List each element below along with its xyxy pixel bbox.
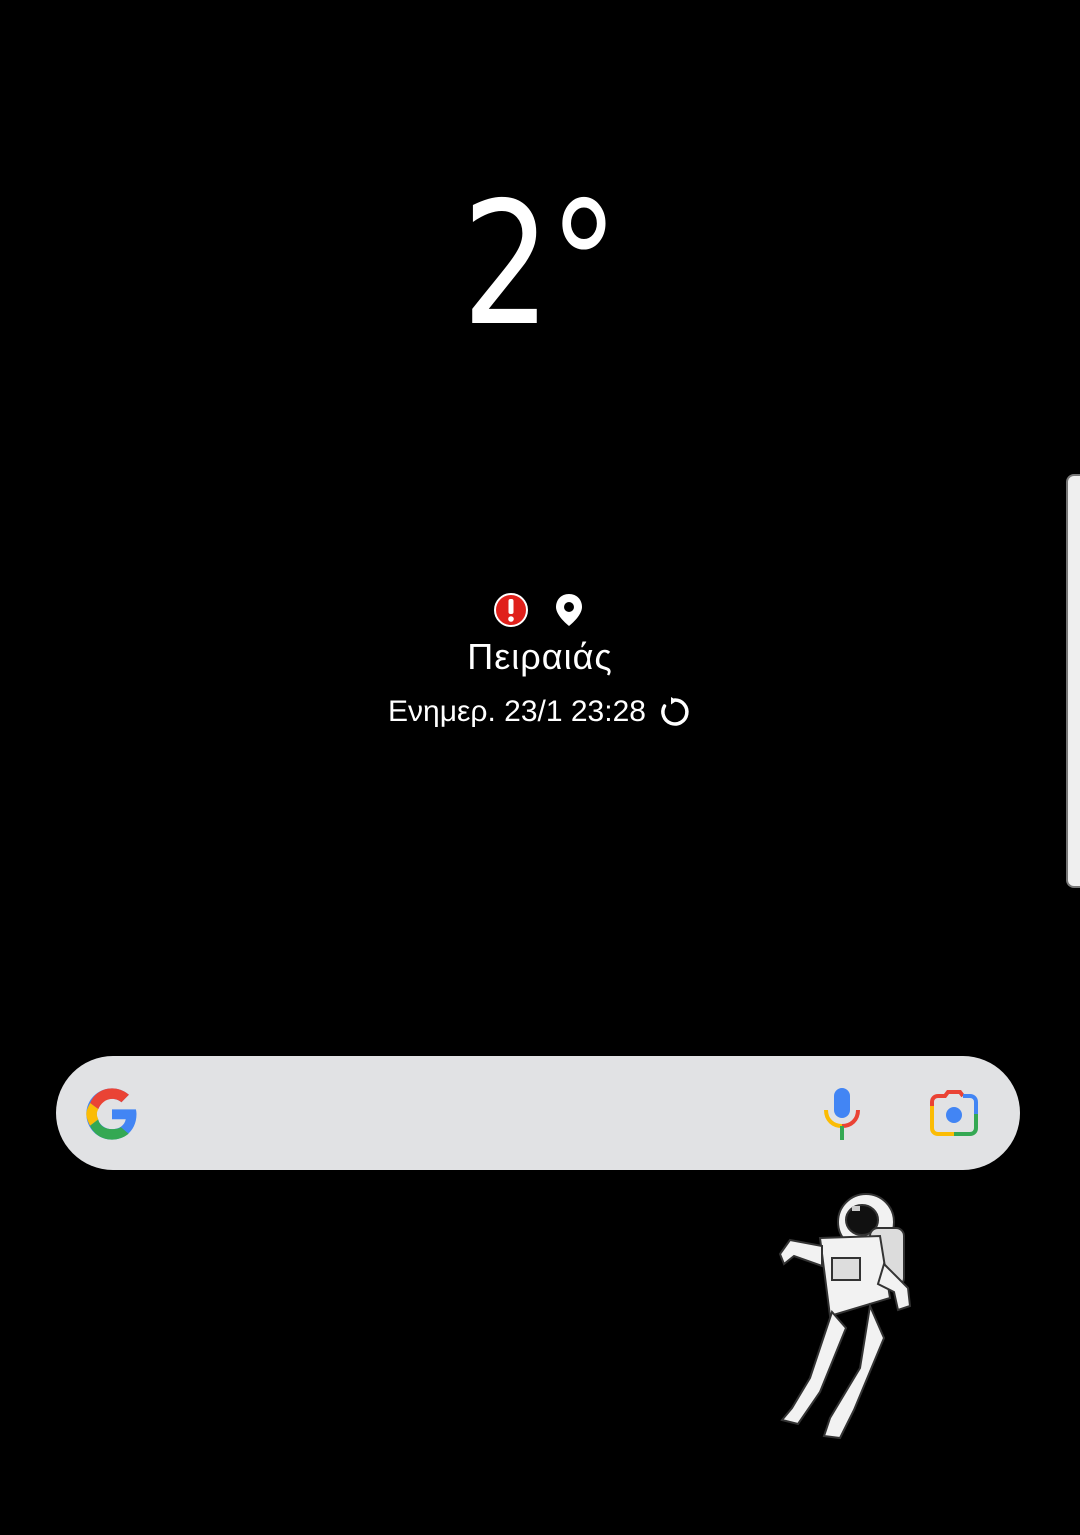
alert-icon[interactable] [493, 592, 529, 628]
google-g-icon [86, 1088, 137, 1140]
lens-camera-icon[interactable] [928, 1090, 980, 1138]
update-time: Ενημερ. 23/1 23:28 [388, 695, 646, 728]
weather-status-icons [0, 590, 1080, 630]
edge-panel-handle[interactable] [1066, 474, 1080, 888]
location-name: Πειραιάς [467, 636, 613, 677]
update-info: Ενημερ. 23/1 23:28 [0, 692, 1080, 732]
temperature-readout: 2° [462, 166, 619, 364]
astronaut-illustration [778, 1193, 912, 1440]
mic-icon[interactable] [820, 1086, 864, 1142]
home-screen: 2° Πειραιάς Ενημερ. 23/1 23:28 [0, 0, 1080, 1535]
location-pin-icon [556, 594, 582, 626]
google-search-bar[interactable] [56, 1056, 1020, 1170]
refresh-icon[interactable] [658, 695, 692, 729]
moon-icon [490, 400, 606, 512]
weather-widget[interactable]: 2° Πειραιάς Ενημερ. 23/1 23:28 [0, 180, 1080, 740]
